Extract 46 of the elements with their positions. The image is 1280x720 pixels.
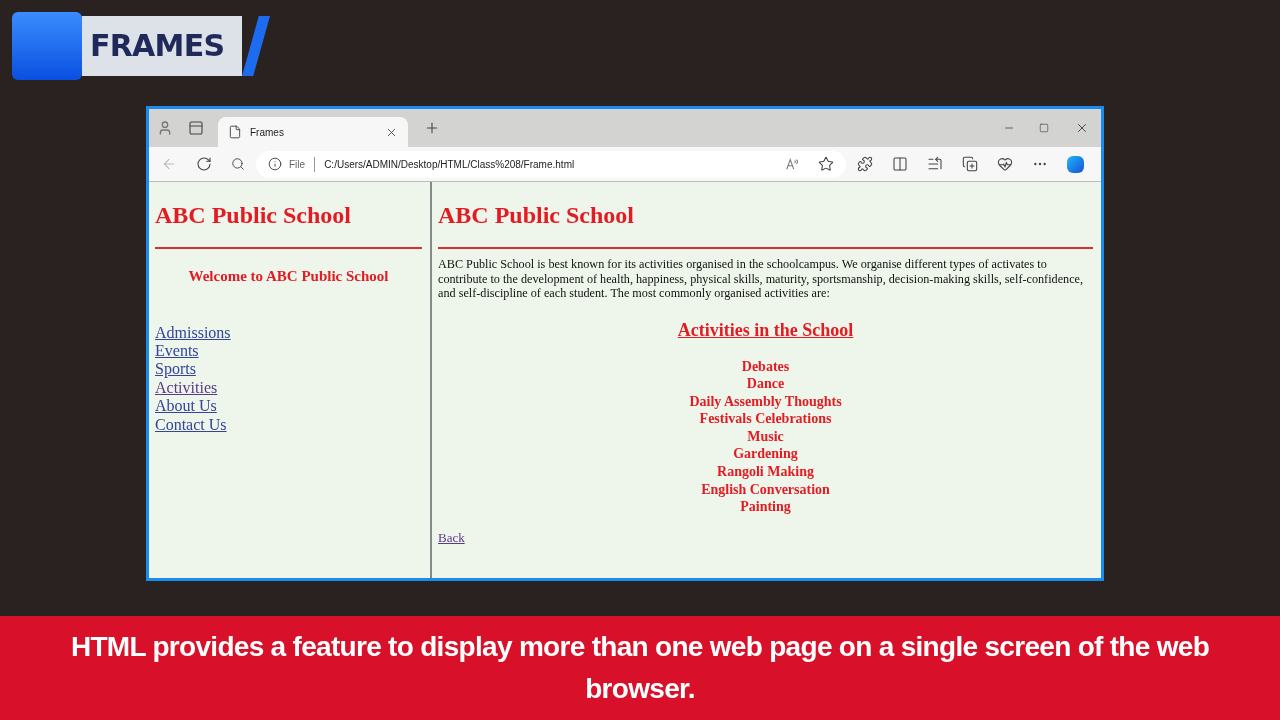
copilot-icon[interactable] bbox=[1067, 155, 1084, 173]
activity-item: Festivals Celebrations bbox=[699, 410, 832, 428]
tab-actions-icon[interactable] bbox=[188, 120, 204, 136]
activity-item: Music bbox=[747, 427, 784, 446]
nav-link[interactable]: Activities bbox=[155, 378, 218, 398]
tab-title: Frames bbox=[250, 125, 285, 140]
favorites-icon[interactable] bbox=[927, 156, 943, 172]
search-icon[interactable] bbox=[231, 157, 245, 171]
info-icon[interactable] bbox=[268, 157, 282, 171]
split-screen-icon[interactable] bbox=[892, 156, 908, 172]
reload-icon[interactable] bbox=[196, 156, 212, 172]
star-icon[interactable] bbox=[818, 156, 834, 172]
activities-heading: Activities in the School bbox=[676, 318, 855, 342]
school-heading: ABC Public School bbox=[155, 201, 353, 230]
caption-text: HTML provides a feature to display more than one web page on a single screen of the web browser. bbox=[69, 630, 1211, 706]
url-text: C:/Users/ADMIN/Desktop/HTML/Class%208/Frame.html bbox=[324, 157, 576, 172]
read-aloud-icon[interactable] bbox=[785, 157, 799, 171]
logo-tile-icon bbox=[12, 12, 82, 80]
activity-item: English Conversation bbox=[701, 480, 830, 499]
nav-link[interactable]: Events bbox=[155, 341, 199, 361]
address-bar[interactable]: File C:/Users/ADMIN/Desktop/HTML/Class%208/Frame.html bbox=[256, 150, 846, 178]
page-icon[interactable] bbox=[228, 125, 242, 139]
activity-item: Rangoli Making bbox=[717, 463, 814, 481]
profile-icon[interactable] bbox=[157, 120, 173, 136]
scheme-label: File bbox=[289, 156, 316, 172]
intro-paragraph: ABC Public School is best known for its activities organised in the schoolcampus. We organise different types of activates to contribute to the development of health, happiness, physical skills, maturity, sportsmanship, decision-making skills, self-confidence, and self-discipline of each student. The most commonly organised activities are: bbox=[438, 257, 1084, 301]
new-tab-icon[interactable] bbox=[424, 120, 440, 136]
maximize-icon[interactable] bbox=[1039, 123, 1049, 133]
activity-item: Dance bbox=[746, 375, 785, 393]
school-heading: ABC Public School bbox=[438, 201, 636, 230]
heart-icon[interactable] bbox=[997, 156, 1013, 172]
nav-link[interactable]: About Us bbox=[155, 397, 217, 416]
activity-item: Debates bbox=[741, 357, 790, 376]
banner-title: FRAMES bbox=[90, 31, 225, 61]
nav-link[interactable]: Admissions bbox=[155, 323, 231, 342]
nav-link[interactable]: Contact Us bbox=[155, 415, 227, 434]
activity-item: Daily Assembly Thoughts bbox=[689, 392, 842, 411]
close-icon[interactable] bbox=[1075, 121, 1089, 135]
collections-icon[interactable] bbox=[962, 156, 978, 172]
welcome-text: Welcome to ABC Public School bbox=[187, 267, 390, 286]
back-link[interactable]: Back bbox=[438, 527, 465, 548]
browser-tab[interactable]: Frames bbox=[218, 117, 408, 147]
activity-item: Painting bbox=[740, 498, 791, 516]
nav-link[interactable]: Sports bbox=[155, 360, 196, 379]
activity-item: Gardening bbox=[733, 445, 798, 464]
extensions-icon[interactable] bbox=[857, 156, 873, 172]
